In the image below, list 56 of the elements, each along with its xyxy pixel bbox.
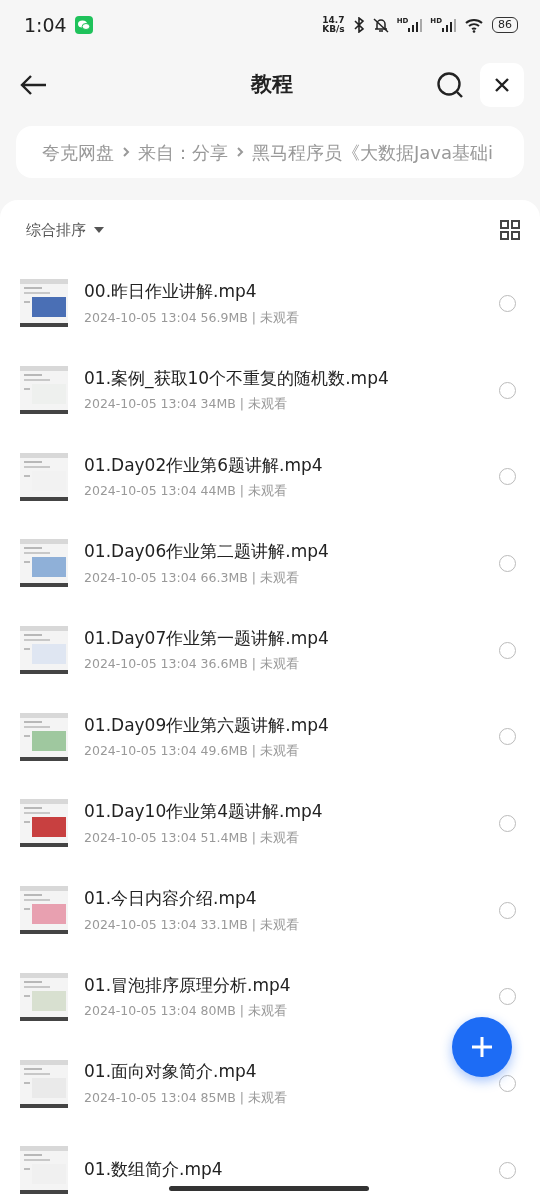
file-name[interactable]: 01.Day02作业第6题讲解.mp4 <box>84 452 323 479</box>
sort-dropdown[interactable]: 综合排序 <box>26 218 104 242</box>
chevron-icon <box>122 146 130 158</box>
select-radio[interactable] <box>499 1075 516 1093</box>
muted-bell-icon <box>372 17 389 33</box>
close-icon <box>494 77 510 93</box>
select-radio[interactable] <box>499 901 516 919</box>
file-info: 2024-10-05 13:04 85MB | 未观看 <box>84 1088 289 1107</box>
file-info: 2024-10-05 13:04 33.1MB | 未观看 <box>84 915 300 934</box>
file-name[interactable]: 01.Day06作业第二题讲解.mp4 <box>84 539 329 565</box>
select-radio[interactable] <box>499 554 516 572</box>
select-radio[interactable] <box>499 294 516 312</box>
close-button[interactable] <box>480 63 524 107</box>
chevron-icon <box>236 146 244 158</box>
file-name[interactable]: 01.冒泡排序原理分析.mp4 <box>84 972 291 999</box>
status-time: 1:04 <box>24 12 67 38</box>
grid-icon <box>500 220 520 240</box>
network-speed: 14.7 KB/s <box>322 16 345 34</box>
page-title: 教程 <box>249 71 294 99</box>
caret-icon <box>94 227 104 233</box>
file-info: 2024-10-05 13:04 49.6MB | 未观看 <box>84 742 300 761</box>
file-info: 2024-10-05 13:04 36.6MB | 未观看 <box>84 655 300 674</box>
file-name[interactable]: 01.案例_获取10个不重复的随机数.mp4 <box>84 365 389 392</box>
signal-icon <box>442 18 456 32</box>
select-radio[interactable] <box>499 814 516 832</box>
select-radio[interactable] <box>499 381 516 399</box>
wifi-icon <box>464 17 484 33</box>
home-indicator[interactable] <box>169 1186 369 1191</box>
file-info: 2024-10-05 13:04 51.4MB | 未观看 <box>84 828 300 847</box>
select-radio[interactable] <box>499 988 516 1006</box>
chat-app-icon <box>74 16 93 34</box>
back-button[interactable] <box>20 74 48 96</box>
grid-view-button[interactable] <box>500 220 520 240</box>
file-name[interactable]: 01.Day07作业第一题讲解.mp4 <box>84 625 329 652</box>
file-name[interactable]: 01.面向对象简介.mp4 <box>84 1059 257 1085</box>
select-radio[interactable] <box>499 728 516 746</box>
file-info: 2024-10-05 13:04 80MB | 未观看 <box>84 1002 289 1021</box>
file-name[interactable]: 01.Day10作业第4题讲解.mp4 <box>84 799 323 825</box>
battery-level: 86 <box>492 17 518 33</box>
file-info: 2024-10-05 13:04 66.3MB | 未观看 <box>84 568 300 587</box>
file-name[interactable]: 01.Day09作业第六题讲解.mp4 <box>84 712 329 739</box>
file-info: 2024-10-05 13:04 34MB | 未观看 <box>84 395 289 414</box>
back-arrow-icon <box>20 74 48 96</box>
select-radio[interactable] <box>499 1161 516 1179</box>
search-icon <box>436 71 464 99</box>
file-info: 2024-10-05 13:04 56.9MB | 未观看 <box>84 308 300 327</box>
select-radio[interactable] <box>499 641 516 659</box>
file-name[interactable]: 01.数组简介.mp4 <box>84 1157 223 1183</box>
file-info: 2024-10-05 13:04 44MB | 未观看 <box>84 482 289 501</box>
file-name[interactable]: 01.今日内容介绍.mp4 <box>84 886 257 912</box>
file-name[interactable]: 00.昨日作业讲解.mp4 <box>84 279 257 305</box>
search-button[interactable] <box>436 71 464 99</box>
bluetooth-icon <box>352 17 365 33</box>
signal-icon <box>408 18 423 32</box>
select-radio[interactable] <box>499 468 516 486</box>
plus-icon <box>471 1036 493 1058</box>
